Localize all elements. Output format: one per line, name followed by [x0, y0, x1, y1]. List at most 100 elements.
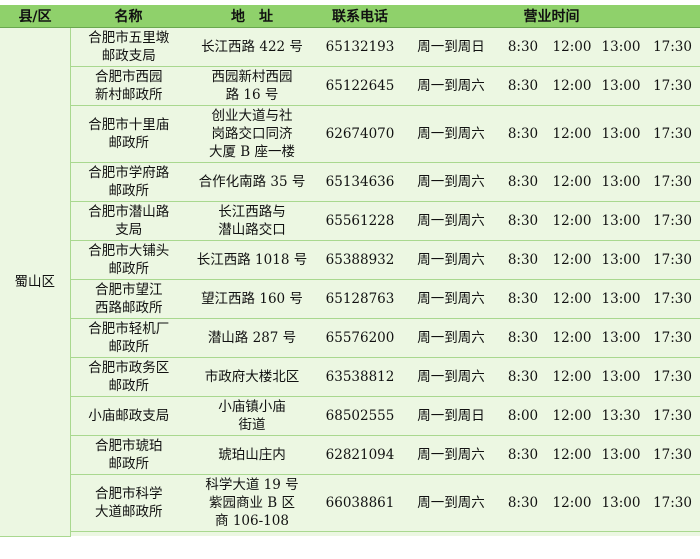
address-cell: 西园新村西园 路 16 号	[187, 66, 317, 106]
spacer-cell	[70, 531, 187, 536]
phone-cell: 65122645	[317, 66, 403, 106]
address-cell: 长江西路 422 号	[187, 27, 317, 67]
open-am-cell: 8:00	[499, 396, 547, 436]
close-am-cell: 12:00	[547, 396, 597, 436]
open-am-cell: 8:30	[499, 435, 547, 475]
header-phone: 联系电话	[317, 5, 403, 28]
header-county: 县/区	[0, 5, 70, 28]
name-cell: 合肥市科学 大道邮政所	[70, 474, 187, 532]
open-am-cell: 8:30	[499, 162, 547, 202]
address-cell: 小庙镇小庙 街道	[187, 396, 317, 436]
close-pm-cell: 17:30	[645, 435, 700, 475]
close-am-cell: 12:00	[547, 66, 597, 106]
name-cell: 合肥市西园 新村邮政所	[70, 66, 187, 106]
close-am-cell: 12:00	[547, 240, 597, 280]
spacer-cell	[597, 531, 645, 536]
name-cell: 合肥市五里墩 邮政支局	[70, 27, 187, 67]
open-pm-cell: 13:00	[597, 279, 645, 319]
spacer-cell	[317, 531, 403, 536]
days-cell: 周一到周六	[403, 357, 499, 397]
phone-cell: 65132193	[317, 27, 403, 67]
close-pm-cell: 17:30	[645, 66, 700, 106]
days-cell: 周一到周六	[403, 66, 499, 106]
close-am-cell: 12:00	[547, 105, 597, 163]
close-pm-cell: 17:30	[645, 162, 700, 202]
address-cell: 潜山路 287 号	[187, 318, 317, 358]
table-row: 合肥市学府路 邮政所 合作化南路 35 号 65134636 周一到周六 8:30 12:…	[0, 162, 700, 202]
table-row: 合肥市大铺头 邮政所 长江西路 1018 号 65388932 周一到周六 8:30 12…	[0, 240, 700, 280]
table-row: 蜀山区 合肥市五里墩 邮政支局 长江西路 422 号 65132193 周一到周日 8:3…	[0, 27, 700, 537]
days-cell: 周一到周六	[403, 105, 499, 163]
phone-cell: 65576200	[317, 318, 403, 358]
open-pm-cell: 13:00	[597, 105, 645, 163]
close-am-cell: 12:00	[547, 435, 597, 475]
days-cell: 周一到周日	[403, 396, 499, 436]
close-pm-cell: 17:30	[645, 279, 700, 319]
close-am-cell: 12:00	[547, 27, 597, 67]
address-cell: 望江西路 160 号	[187, 279, 317, 319]
open-am-cell: 8:30	[499, 240, 547, 280]
address-cell: 长江西路与 潜山路交口	[187, 201, 317, 241]
address-cell: 市政府大楼北区	[187, 357, 317, 397]
table-row: 合肥市琥珀 邮政所 琥珀山庄内 62821094 周一到周六 8:30 12:00 13:0…	[0, 435, 700, 475]
close-pm-cell: 17:30	[645, 474, 700, 532]
open-pm-cell: 13:00	[597, 357, 645, 397]
phone-cell: 65134636	[317, 162, 403, 202]
table-body: 蜀山区 合肥市五里墩 邮政支局 长江西路 422 号 65132193 周一到周日 8:3…	[0, 27, 700, 537]
open-am-cell: 8:30	[499, 318, 547, 358]
name-cell: 小庙邮政支局	[70, 396, 187, 436]
name-cell: 合肥市望江 西路邮政所	[70, 279, 187, 319]
phone-cell: 63538812	[317, 357, 403, 397]
phone-cell: 68502555	[317, 396, 403, 436]
close-am-cell: 12:00	[547, 201, 597, 241]
open-am-cell: 8:30	[499, 105, 547, 163]
open-pm-cell: 13:00	[597, 435, 645, 475]
days-cell: 周一到周六	[403, 318, 499, 358]
address-cell: 创业大道与社 岗路交口同济 大厦 B 座一楼	[187, 105, 317, 163]
close-pm-cell: 17:30	[645, 201, 700, 241]
address-cell: 长江西路 1018 号	[187, 240, 317, 280]
county-cell: 蜀山区	[0, 27, 71, 537]
close-am-cell: 12:00	[547, 279, 597, 319]
days-cell: 周一到周六	[403, 201, 499, 241]
open-am-cell: 8:30	[499, 474, 547, 532]
name-cell: 合肥市政务区 邮政所	[70, 357, 187, 397]
days-cell: 周一到周六	[403, 435, 499, 475]
header-hours: 营业时间	[403, 5, 700, 28]
spacer-cell	[547, 531, 597, 536]
table-row: 合肥市望江 西路邮政所 望江西路 160 号 65128763 周一到周六 8:30 12…	[0, 279, 700, 319]
name-cell: 合肥市十里庙 邮政所	[70, 105, 187, 163]
spacer-cell	[645, 531, 700, 536]
table-bottom-strip	[0, 531, 700, 536]
phone-cell: 65388932	[317, 240, 403, 280]
open-pm-cell: 13:00	[597, 474, 645, 532]
table-row: 合肥市西园 新村邮政所 西园新村西园 路 16 号 65122645 周一到周六 8:3…	[0, 66, 700, 106]
phone-cell: 66038861	[317, 474, 403, 532]
header-row: 县/区 名称 地 址 联系电话 营业时间	[0, 5, 700, 28]
open-pm-cell: 13:00	[597, 318, 645, 358]
open-am-cell: 8:30	[499, 357, 547, 397]
days-cell: 周一到周六	[403, 240, 499, 280]
name-cell: 合肥市琥珀 邮政所	[70, 435, 187, 475]
close-pm-cell: 17:30	[645, 318, 700, 358]
phone-cell: 65128763	[317, 279, 403, 319]
table-row: 小庙邮政支局 小庙镇小庙 街道 68502555 周一到周日 8:00 12:00 13:3…	[0, 396, 700, 436]
table-row: 合肥市潜山路 支局 长江西路与 潜山路交口 65561228 周一到周六 8:30 12:…	[0, 201, 700, 241]
table-row: 合肥市政务区 邮政所 市政府大楼北区 63538812 周一到周六 8:30 12:00 1…	[0, 357, 700, 397]
close-am-cell: 12:00	[547, 357, 597, 397]
open-am-cell: 8:30	[499, 279, 547, 319]
days-cell: 周一到周六	[403, 162, 499, 202]
post-office-table: 县/区 名称 地 址 联系电话 营业时间 蜀山区 合肥市五里墩 邮政支局 长江西路 …	[0, 5, 700, 537]
address-cell: 合作化南路 35 号	[187, 162, 317, 202]
spacer-cell	[187, 531, 317, 536]
close-pm-cell: 17:30	[645, 396, 700, 436]
close-pm-cell: 17:30	[645, 27, 700, 67]
open-pm-cell: 13:00	[597, 201, 645, 241]
open-pm-cell: 13:00	[597, 162, 645, 202]
days-cell: 周一到周日	[403, 27, 499, 67]
open-am-cell: 8:30	[499, 66, 547, 106]
name-cell: 合肥市轻机厂 邮政所	[70, 318, 187, 358]
close-pm-cell: 17:30	[645, 357, 700, 397]
phone-cell: 62674070	[317, 105, 403, 163]
open-pm-cell: 13:00	[597, 240, 645, 280]
